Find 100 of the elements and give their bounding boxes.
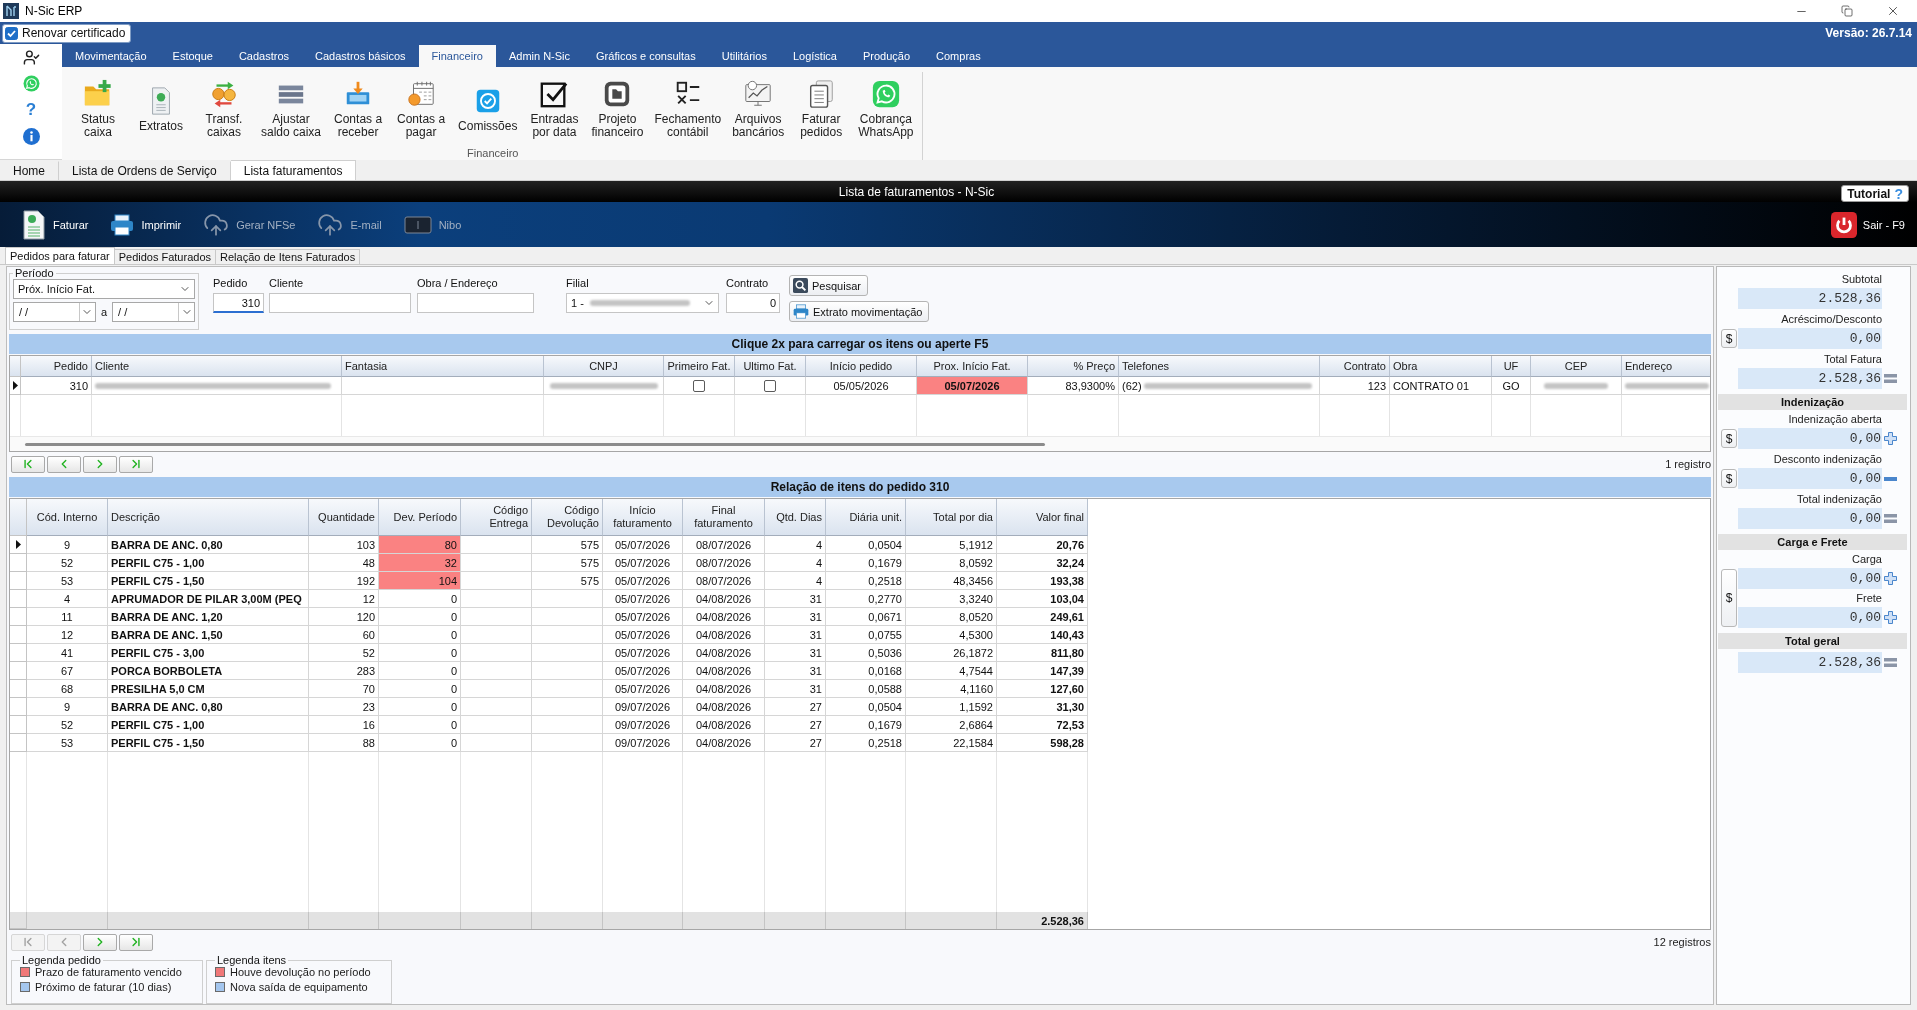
currency-button[interactable]: $ [1721,329,1737,348]
ribbon-tab[interactable]: Utilitários [708,45,780,67]
document-tab[interactable]: Lista de Ordens de Serviço [59,161,231,180]
input-field[interactable]: 310 [213,293,264,313]
restore-icon[interactable] [1841,5,1853,17]
document-tab[interactable]: Home [0,161,59,180]
ribbon-button[interactable]: Contas a pagar [391,72,452,146]
sub-tab[interactable]: Relação de Itens Faturados [215,249,361,264]
date-field[interactable]: / / [112,302,195,322]
close-icon[interactable] [1886,4,1900,18]
column-header: Obra [1390,356,1492,377]
ribbon-button[interactable]: Entradas por data [524,72,585,146]
value-field[interactable]: 0,00 [1738,607,1882,628]
currency-button[interactable]: $ [1721,429,1737,448]
column-header: CEP [1531,356,1622,377]
last-page-button[interactable] [119,455,153,473]
next-page-button[interactable] [83,933,117,951]
ribbon-button[interactable]: Extratos [131,72,191,146]
input-field[interactable] [417,293,534,313]
value-field[interactable]: 2.528,36 [1738,652,1882,673]
ribbon-button[interactable]: Ajustar saldo caixa [257,72,326,146]
toolbar-button[interactable]: Faturar [20,206,93,243]
input-field[interactable]: 0 [726,293,780,313]
range-label: a [100,306,108,318]
period-dropdown[interactable]: Próx. Início Fat. [13,279,195,299]
currency-button[interactable]: $ [1721,569,1737,627]
table-cell: 1,1592 [906,698,997,716]
checkbox[interactable] [693,379,705,392]
ribbon-button[interactable]: Comissões [454,72,522,146]
info-icon[interactable] [22,128,40,145]
sub-tab[interactable]: Pedidos Faturados [113,249,216,264]
value-field[interactable]: 2.528,36 [1738,368,1882,389]
scrollbar-thumb[interactable] [25,442,1045,446]
sub-tab[interactable]: Pedidos para faturar [5,247,115,264]
value-field[interactable]: 0,00 [1738,428,1882,449]
table-cell: 103,04 [997,590,1088,608]
value-field[interactable]: 2.528,36 [1738,288,1882,309]
chat-phone-icon [870,79,901,109]
chat-phone-icon[interactable] [22,75,40,92]
search-icon [793,278,808,293]
value-field[interactable]: 0,00 [1738,328,1882,349]
table-cell [461,536,532,554]
toolbar-button[interactable]: Imprimir [108,206,186,243]
ribbon-button[interactable]: Contas a receber [328,72,389,146]
table-cell: 04/08/2026 [683,644,765,662]
horizontal-scrollbar[interactable] [10,436,1710,451]
table-cell: 0 [379,662,461,680]
table-cell: 08/07/2026 [683,536,765,554]
ribbon-button[interactable]: Fechamento contábil [650,72,726,146]
previous-page-button[interactable] [47,455,81,473]
table-cell: 04/08/2026 [683,698,765,716]
ribbon-tab[interactable]: Admin N-Sic [495,45,584,67]
column-header: Código Devolução [532,499,603,536]
first-page-button[interactable] [11,455,45,473]
column-header: Ultimo Fat. [735,356,806,377]
table-cell: 0 [379,734,461,752]
ribbon-tab[interactable]: Estoque [159,45,226,67]
checkbox[interactable] [764,379,776,392]
help-icon[interactable]: ? [25,101,37,119]
search-button[interactable]: Pesquisar [789,275,868,296]
ribbon-button[interactable]: Cobrança WhatsApp [854,72,918,146]
ribbon-tab[interactable]: Logística [779,45,850,67]
row-indicator[interactable] [10,377,21,395]
ribbon-button[interactable]: Transf. caixas [194,72,254,146]
table-cell: 0,5036 [826,644,906,662]
equals-icon [1884,374,1897,383]
ribbon-button[interactable]: Status caixa [68,72,128,146]
next-page-button[interactable] [83,455,117,473]
value-field[interactable]: 0,00 [1738,468,1882,489]
value-field[interactable]: 0,00 [1738,508,1882,529]
ribbon-button[interactable]: Arquivos bancários [728,72,789,146]
table-cell: 31 [765,608,826,626]
ribbon-tab[interactable]: Gráficos e consultas [583,45,709,67]
column-header: Cód. Interno [27,499,108,536]
ribbon-tab[interactable]: Movimentação [62,45,160,67]
table-cell: 9 [27,698,108,716]
ribbon-tab[interactable]: Cadastros básicos [302,45,419,67]
table-cell: 0,1679 [826,716,906,734]
date-field[interactable]: / / [13,302,96,322]
ribbon-tab[interactable]: Produção [849,45,924,67]
tutorial-button[interactable]: Tutorial ? [1841,185,1909,202]
ribbon-tab[interactable]: Compras [923,45,994,67]
user-check-icon[interactable] [22,49,40,66]
certificate-button[interactable]: Renovar certificado [2,23,132,43]
select-field[interactable]: 1 - [566,293,719,313]
input-field[interactable] [269,293,411,313]
exit-button[interactable]: Sair - F9 [1830,206,1905,243]
statement-button[interactable]: Extrato movimentação [789,301,930,322]
currency-button[interactable]: $ [1721,469,1737,488]
ribbon-tab[interactable]: Financeiro [418,45,496,67]
ribbon-tab[interactable]: Cadastros [225,45,303,67]
table-cell: 5,1912 [906,536,997,554]
value-field[interactable]: 0,00 [1738,568,1882,589]
document-tab[interactable]: Lista faturamentos [230,160,357,180]
row-indicator[interactable] [10,536,27,554]
table-cell: 05/07/2026 [917,377,1028,395]
ribbon-button[interactable]: Projeto financeiro [587,72,648,146]
ribbon-button[interactable]: Faturar pedidos [791,72,852,146]
date-dropdown-button[interactable] [178,303,194,321]
last-page-button[interactable] [119,933,153,951]
